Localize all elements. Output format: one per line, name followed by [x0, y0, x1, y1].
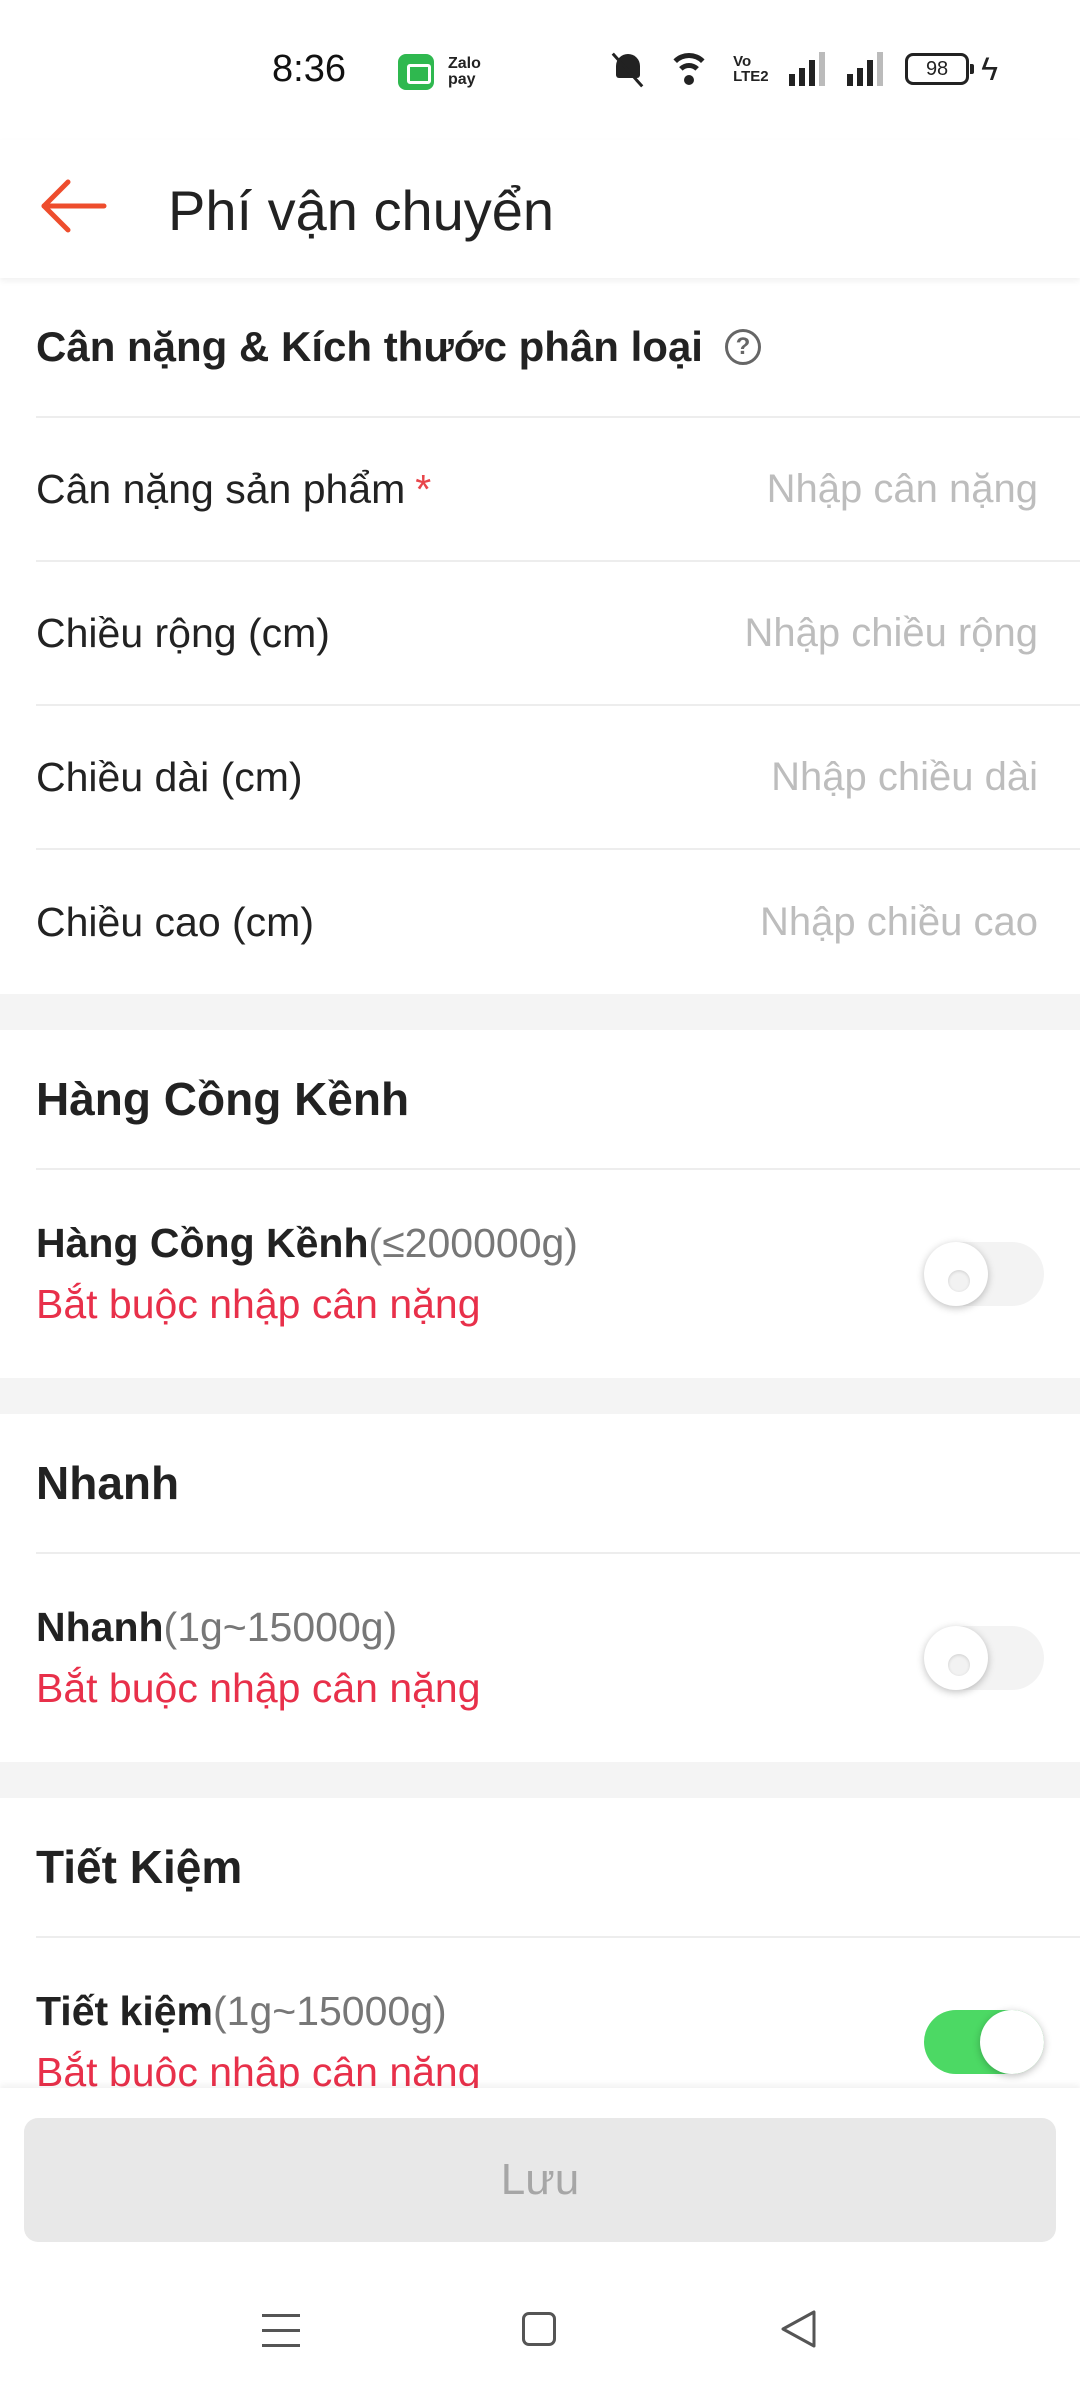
wifi-icon [667, 51, 712, 87]
section-divider [0, 1378, 1080, 1414]
arrow-left-icon [41, 179, 107, 233]
fast-name: Nhanh [36, 1604, 164, 1650]
width-input[interactable] [618, 610, 1038, 656]
signal-2-icon [847, 52, 884, 86]
economy-title: Tiết Kiệm [36, 1841, 243, 1893]
back-button[interactable] [36, 168, 112, 244]
status-icons: Vo LTE2 98 ϟ [611, 50, 998, 88]
economy-range: (1g~15000g) [213, 1988, 447, 2034]
bulky-title: Hàng Cồng Kềnh [36, 1073, 410, 1125]
required-mark: * [415, 465, 432, 512]
save-button[interactable]: Lưu [24, 2118, 1056, 2242]
length-row: Chiều dài (cm) [36, 706, 1080, 850]
weight-row: Cân nặng sản phẩm * [36, 418, 1080, 562]
bulky-section: Hàng Cồng Kềnh Hàng Cồng Kềnh(≤200000g) … [0, 1030, 1080, 1378]
toggle-knob [924, 1242, 988, 1306]
dimensions-header: Cân nặng & Kích thước phân loại ? [36, 278, 1080, 418]
height-input[interactable] [618, 899, 1038, 945]
bulky-toggle[interactable] [924, 1242, 1044, 1306]
bell-muted-icon [611, 50, 645, 88]
fast-toggle[interactable] [924, 1626, 1044, 1690]
menu-icon[interactable] [262, 2314, 300, 2348]
dimensions-title: Cân nặng & Kích thước phân loại [36, 323, 703, 370]
zalopay-icon: Zalo pay [448, 55, 481, 88]
width-row: Chiều rộng (cm) [36, 562, 1080, 706]
economy-toggle[interactable] [924, 2010, 1044, 2074]
fast-range: (1g~15000g) [163, 1604, 398, 1650]
bottom-bar: Lưu [0, 2088, 1080, 2400]
battery-icon: 98 [905, 53, 975, 85]
fast-option: Nhanh(1g~15000g) Bắt buộc nhập cân nặng [36, 1554, 1080, 1762]
fast-warning: Bắt buộc nhập cân nặng [36, 1665, 481, 1711]
weight-label: Cân nặng sản phẩm [36, 465, 406, 512]
length-label: Chiều dài (cm) [36, 753, 303, 800]
fast-section: Nhanh Nhanh(1g~15000g) Bắt buộc nhập cân… [0, 1414, 1080, 1762]
weight-input[interactable] [618, 466, 1038, 512]
page-title: Phí vận chuyển [168, 179, 555, 242]
length-input[interactable] [618, 754, 1038, 800]
status-time: 8:36 [272, 48, 346, 90]
height-label: Chiều cao (cm) [36, 898, 314, 945]
economy-name: Tiết kiệm [36, 1988, 213, 2034]
toggle-knob [924, 1626, 988, 1690]
signal-1-icon [789, 52, 826, 86]
section-divider [0, 1762, 1080, 1798]
home-icon[interactable] [522, 2312, 556, 2346]
system-nav-bar [0, 2270, 1080, 2400]
app-header: Phí vận chuyển [0, 140, 1080, 278]
bulky-range: (≤200000g) [368, 1220, 578, 1266]
fast-title: Nhanh [36, 1457, 180, 1509]
width-label: Chiều rộng (cm) [36, 609, 330, 656]
charging-icon: ϟ [981, 50, 998, 87]
height-row: Chiều cao (cm) [36, 850, 1080, 994]
status-bar: 8:36 Zalo pay Vo LTE2 98 ϟ [0, 0, 1080, 140]
messages-app-icon [398, 54, 434, 90]
shipping-form: Cân nặng & Kích thước phân loại ? Cân nặ… [0, 278, 1080, 2146]
bulky-name: Hàng Cồng Kềnh [36, 1220, 369, 1266]
bulky-option: Hàng Cồng Kềnh(≤200000g) Bắt buộc nhập c… [36, 1170, 1080, 1378]
dimensions-section: Cân nặng & Kích thước phân loại ? Cân nặ… [0, 278, 1080, 994]
bulky-warning: Bắt buộc nhập cân nặng [36, 1281, 481, 1327]
back-triangle-icon[interactable] [778, 2308, 818, 2350]
volte-icon: Vo LTE2 [733, 53, 769, 85]
section-divider [0, 994, 1080, 1030]
toggle-knob [980, 2010, 1044, 2074]
help-icon[interactable]: ? [724, 329, 761, 365]
